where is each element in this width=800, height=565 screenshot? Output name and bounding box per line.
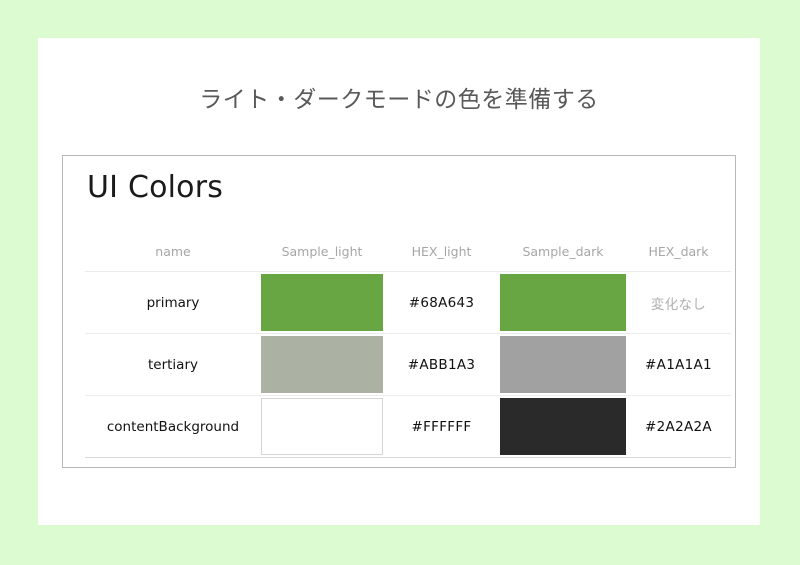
ui-colors-panel: UI Colors name Sample_light HEX_light Sa… — [62, 155, 736, 468]
slide-title: ライト・ダークモードの色を準備する — [199, 87, 599, 113]
table-header-row: name Sample_light HEX_light Sample_dark … — [85, 244, 731, 272]
cell-hex-dark: #2A2A2A — [626, 395, 731, 458]
cell-sample-light — [261, 333, 383, 396]
cell-hex-light: #68A643 — [383, 271, 500, 334]
cell-sample-dark — [500, 271, 626, 334]
table-body: primary #68A643 変化なし tertiary #ABB1A3 #A… — [85, 271, 731, 458]
cell-hex-dark: #A1A1A1 — [626, 333, 731, 396]
cell-sample-light — [261, 271, 383, 334]
cell-hex-light: #FFFFFF — [383, 395, 500, 458]
color-swatch-light — [261, 336, 383, 393]
column-header-sample-dark: Sample_dark — [522, 244, 604, 259]
cell-sample-light — [261, 395, 383, 458]
column-header-sample-light: Sample_light — [281, 244, 363, 259]
table-heading: UI Colors — [87, 170, 224, 205]
table-row: primary #68A643 変化なし — [85, 271, 731, 334]
color-swatch-dark — [500, 398, 626, 455]
cell-token-name: primary — [85, 271, 261, 334]
column-header-name: name — [155, 244, 191, 259]
column-header-hex-light: HEX_light — [411, 244, 472, 259]
color-swatch-light — [261, 274, 383, 331]
table-row: tertiary #ABB1A3 #A1A1A1 — [85, 333, 731, 396]
column-header-hex-dark: HEX_dark — [648, 244, 709, 259]
cell-sample-dark — [500, 333, 626, 396]
color-swatch-light — [261, 398, 383, 455]
table-header: name Sample_light HEX_light Sample_dark … — [85, 244, 731, 272]
ui-colors-table: name Sample_light HEX_light Sample_dark … — [85, 244, 731, 458]
cell-token-name: contentBackground — [85, 395, 261, 458]
cell-sample-dark — [500, 395, 626, 458]
cell-hex-light: #ABB1A3 — [383, 333, 500, 396]
cell-hex-dark: 変化なし — [626, 271, 731, 334]
table-row: contentBackground #FFFFFF #2A2A2A — [85, 395, 731, 458]
slide-card: ライト・ダークモードの色を準備する UI Colors name Sample_… — [38, 38, 760, 525]
color-swatch-dark — [500, 274, 626, 331]
color-swatch-dark — [500, 336, 626, 393]
cell-token-name: tertiary — [85, 333, 261, 396]
